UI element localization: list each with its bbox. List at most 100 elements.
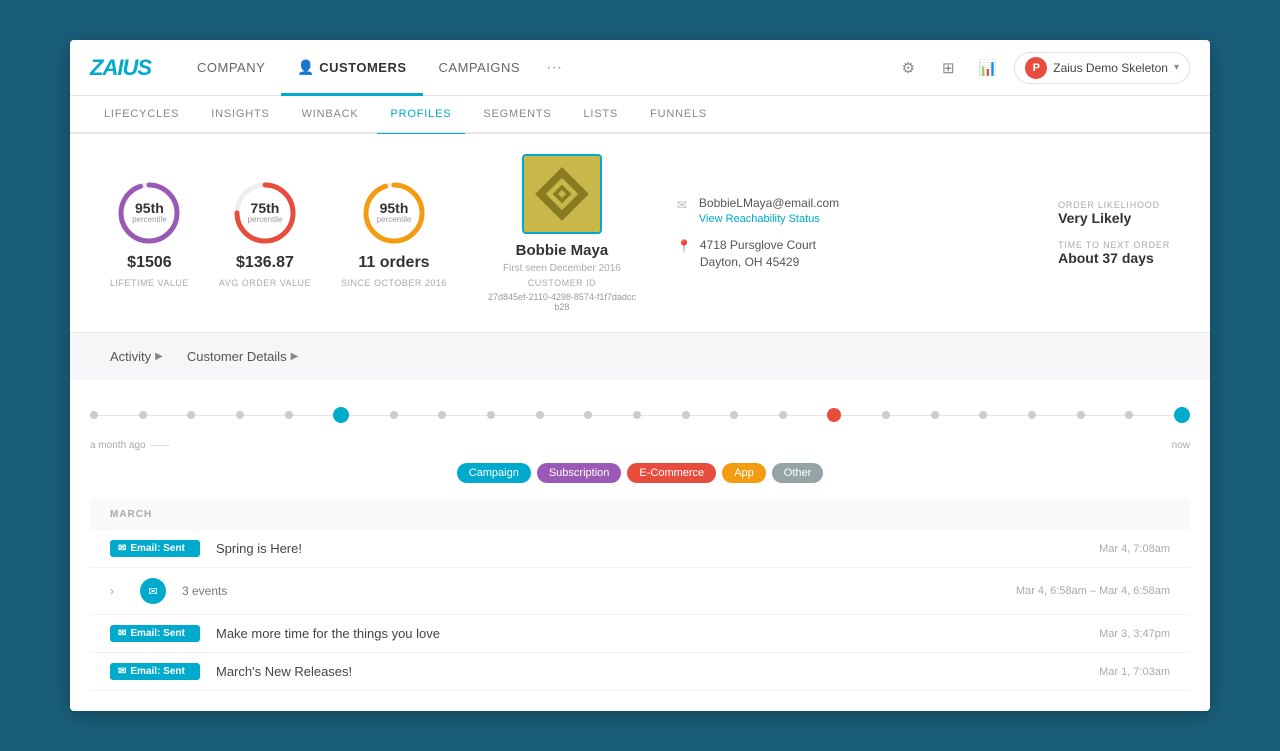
gauge-circle-orders: 95th percentile (359, 178, 429, 248)
filter-campaign[interactable]: Campaign (457, 463, 531, 483)
email-sent-icon-1: ✉ (118, 543, 126, 554)
lifetime-percentile-num: 95th (132, 201, 167, 216)
subnav-winback[interactable]: WINBACK (288, 95, 373, 133)
timeline-dot-3 (187, 411, 195, 419)
reachability-link[interactable]: View Reachability Status (699, 213, 820, 225)
timeline-dot-12 (633, 411, 641, 419)
subnav-funnels[interactable]: FUNNELS (636, 95, 721, 133)
timeline-dot-8 (438, 411, 446, 419)
timeline-dot-teal[interactable] (1174, 407, 1190, 423)
timeline-dot-2 (139, 411, 147, 419)
timeline-dot-blue[interactable] (333, 407, 349, 423)
timeline-dot-18 (931, 411, 939, 419)
address-icon: 📍 (677, 239, 692, 253)
timeline-dot-21 (1077, 411, 1085, 419)
timeline-start-label: a month ago —— (90, 440, 170, 451)
address-line1: 4718 Pursglove Court (700, 237, 816, 254)
timeline-dot-1 (90, 411, 98, 419)
events-month: MARCH (90, 499, 1190, 530)
timeline-dot-5 (285, 411, 293, 419)
email-icon: ✉ (677, 198, 691, 212)
event-name-1: Spring is Here! (216, 541, 1083, 556)
timeline-dot-20 (1028, 411, 1036, 419)
activity-section: Activity ▶ Customer Details ▶ (70, 333, 1210, 364)
time-to-next-section: TIME TO NEXT ORDER About 37 days (1058, 240, 1170, 266)
event-row-1: ✉ Email: Sent Spring is Here! Mar 4, 7:0… (90, 530, 1190, 568)
gauge-text-orders: 95th percentile (377, 201, 412, 225)
event-row-2: › ✉ 3 events Mar 4, 6:58am – Mar 4, 6:58… (90, 568, 1190, 615)
sub-navigation: LIFECYCLES INSIGHTS WINBACK PROFILES SEG… (70, 96, 1210, 134)
filter-app[interactable]: App (722, 463, 766, 483)
event-count-circle: ✉ (140, 578, 166, 604)
time-to-next-value: About 37 days (1058, 250, 1170, 266)
event-row-4: ✉ Email: Sent March's New Releases! Mar … (90, 653, 1190, 691)
timeline-bar (90, 400, 1190, 430)
email-row: ✉ BobbieLMaya@email.com View Reachabilit… (677, 196, 877, 225)
lifetime-desc: LIFETIME VALUE (110, 278, 189, 288)
gauge-text-lifetime: 95th percentile (132, 201, 167, 225)
event-count-icon: ✉ (148, 585, 157, 598)
activity-arrow-icon: ▶ (155, 351, 163, 362)
subnav-insights[interactable]: INSIGHTS (197, 95, 283, 133)
timeline-labels: a month ago —— now (90, 440, 1190, 451)
nav-label-campaigns: CAMPAIGNS (439, 60, 521, 75)
gauge-circle-avg: 75th percentile (230, 178, 300, 248)
tab-activity[interactable]: Activity ▶ (110, 349, 163, 364)
filter-other[interactable]: Other (772, 463, 824, 483)
timeline-dot-17 (882, 411, 890, 419)
settings-button[interactable]: ⚙ (894, 54, 922, 82)
nav-label-company: COMPANY (197, 60, 265, 75)
events-section: MARCH ✉ Email: Sent Spring is Here! Mar … (90, 499, 1190, 691)
address-line2: Dayton, OH 45429 (700, 254, 816, 271)
timeline-dot-4 (236, 411, 244, 419)
grid-button[interactable]: ⊞ (934, 54, 962, 82)
profile-order-info: ORDER LIKELIHOOD Very Likely TIME TO NEX… (1058, 200, 1170, 266)
timeline-dot-15 (779, 411, 787, 419)
timeline-end-label: now (1172, 440, 1190, 451)
filter-ecommerce[interactable]: E-Commerce (627, 463, 716, 483)
event-time-2: Mar 4, 6:58am – Mar 4, 6:58am (1016, 585, 1170, 597)
filter-subscription[interactable]: Subscription (537, 463, 622, 483)
orders-desc: SINCE OCTOBER 2016 (341, 278, 447, 288)
nav-more-button[interactable]: ··· (536, 59, 572, 77)
time-to-next-label: TIME TO NEXT ORDER (1058, 240, 1170, 250)
nav-item-campaigns[interactable]: CAMPAIGNS (423, 40, 537, 96)
timeline-dot-pink[interactable] (827, 408, 841, 422)
event-row-3: ✉ Email: Sent Make more time for the thi… (90, 615, 1190, 653)
lifetime-percentile-label: percentile (132, 216, 167, 225)
chevron-down-icon: ▾ (1174, 62, 1179, 73)
orders-percentile-label: percentile (377, 216, 412, 225)
gauge-avg-order: 75th percentile $136.87 AVG ORDER VALUE (219, 178, 311, 288)
nav-item-company[interactable]: COMPANY (181, 40, 281, 96)
event-name-3: Make more time for the things you love (216, 626, 1083, 641)
event-badge-1: ✉ Email: Sent (110, 540, 200, 557)
expand-button[interactable]: › (110, 584, 124, 598)
timeline-dot-19 (979, 411, 987, 419)
event-time-1: Mar 4, 7:08am (1099, 543, 1170, 555)
subnav-lifecycles[interactable]: LIFECYCLES (90, 95, 193, 133)
orders-percentile-num: 95th (377, 201, 412, 216)
avg-value: $136.87 (236, 254, 294, 272)
subnav-profiles[interactable]: PROFILES (377, 95, 466, 133)
lifetime-value: $1506 (127, 254, 172, 272)
chart-button[interactable]: 📊 (974, 54, 1002, 82)
avatar-pattern (524, 156, 600, 232)
order-likelihood-value: Very Likely (1058, 210, 1170, 226)
subnav-segments[interactable]: SEGMENTS (469, 95, 565, 133)
contact-email: BobbieLMaya@email.com (699, 196, 839, 210)
timeline-dot-22 (1125, 411, 1133, 419)
profile-contact: ✉ BobbieLMaya@email.com View Reachabilit… (677, 196, 877, 271)
event-time-4: Mar 1, 7:03am (1099, 666, 1170, 678)
timeline-dot-7 (390, 411, 398, 419)
order-likelihood-label: ORDER LIKELIHOOD (1058, 200, 1170, 210)
filter-tags: Campaign Subscription E-Commerce App Oth… (90, 463, 1190, 483)
nav-item-customers[interactable]: 👤 CUSTOMERS (281, 40, 422, 96)
tab-activity-label: Activity (110, 349, 151, 364)
subnav-lists[interactable]: LISTS (570, 95, 633, 133)
profile-first-seen: First seen December 2016 (503, 263, 621, 274)
address-info: 4718 Pursglove Court Dayton, OH 45429 (700, 237, 816, 271)
order-likelihood-section: ORDER LIKELIHOOD Very Likely (1058, 200, 1170, 226)
event-count-label: 3 events (182, 584, 227, 598)
user-menu[interactable]: P Zaius Demo Skeleton ▾ (1014, 52, 1190, 84)
tab-customer-details[interactable]: Customer Details ▶ (187, 349, 298, 364)
